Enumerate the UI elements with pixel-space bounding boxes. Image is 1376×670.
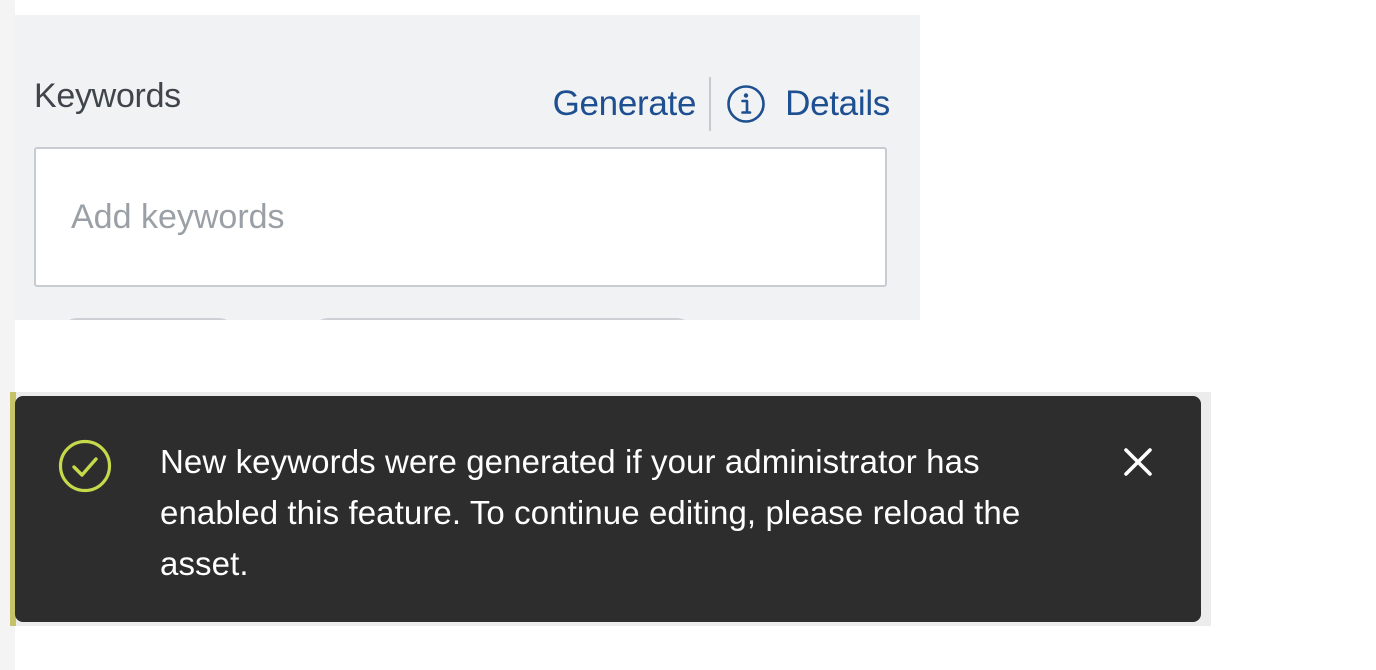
info-circle-icon[interactable] (726, 84, 766, 124)
check-circle-icon (58, 439, 112, 493)
toast-message: New keywords were generated if your admi… (160, 443, 1021, 582)
keyword-chip[interactable] (309, 318, 696, 320)
keywords-panel: Keywords Generate Details (15, 15, 920, 320)
success-toast: New keywords were generated if your admi… (15, 396, 1201, 622)
close-icon[interactable] (1118, 442, 1158, 482)
generate-link[interactable]: Generate (553, 84, 697, 124)
details-link[interactable]: Details (785, 84, 890, 124)
keyword-chip[interactable] (58, 318, 238, 320)
keywords-actions: Generate Details (553, 77, 890, 131)
keywords-label: Keywords (34, 77, 181, 115)
keywords-input[interactable] (34, 147, 887, 287)
actions-divider (709, 77, 712, 131)
